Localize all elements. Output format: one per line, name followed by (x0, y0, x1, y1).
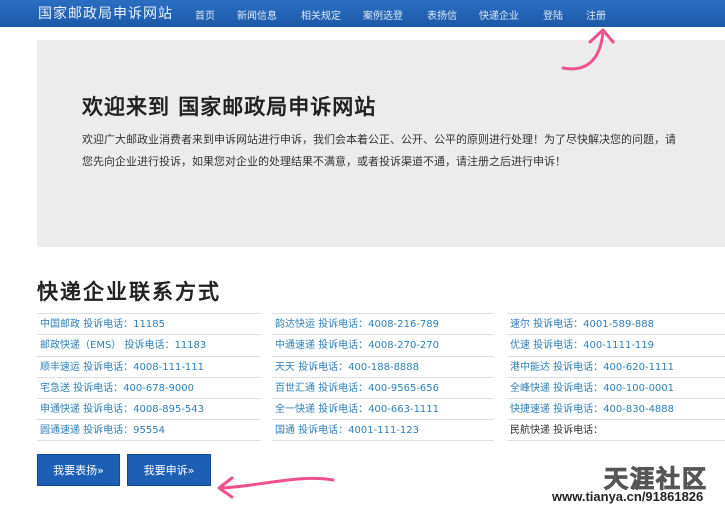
contact-link[interactable]: 申通快递 投诉电话：4008-895-543 (37, 398, 261, 419)
contact-column-3: 速尔 投诉电话：4001-589-888 优速 投诉电话：400-1111-11… (507, 313, 725, 441)
nav-home[interactable]: 首页 (195, 7, 215, 22)
complain-button[interactable]: 我要申诉» (127, 454, 211, 486)
contact-text: 民航快递 投诉电话： (507, 419, 725, 441)
contact-link[interactable]: 圆通速递 投诉电话：95554 (37, 419, 261, 441)
welcome-title: 欢迎来到 国家邮政局申诉网站 (82, 94, 377, 119)
contact-link[interactable]: 中国邮政 投诉电话：11185 (37, 313, 261, 334)
tianya-watermark-url: www.tianya.cn/91861826 (552, 489, 704, 504)
welcome-text: 欢迎广大邮政业消费者来到申诉网站进行申诉，我们会本着公正、公开、公平的原则进行处… (82, 133, 676, 168)
contact-link[interactable]: 速尔 投诉电话：4001-589-888 (507, 313, 725, 334)
nav-news[interactable]: 新闻信息 (237, 7, 277, 22)
arrow-to-complain-icon (220, 476, 335, 490)
contact-link[interactable]: 快捷速递 投诉电话：400-830-4888 (507, 398, 725, 419)
contact-link[interactable]: 顺丰速运 投诉电话：4008-111-111 (37, 355, 261, 377)
nav-express-companies[interactable]: 快递企业 (479, 7, 519, 22)
top-navbar: 国家邮政局申诉网站 首页 新闻信息 相关规定 案例选登 表扬信 快递企业 登陆 … (0, 0, 725, 27)
contact-link[interactable]: 国通 投诉电话：4001-111-123 (272, 419, 494, 441)
nav-register[interactable]: 注册 (586, 7, 606, 22)
contact-link[interactable]: 邮政快递（EMS） 投诉电话：11183 (37, 334, 261, 355)
contact-link[interactable]: 天天 投诉电话：400-188-8888 (272, 355, 494, 377)
praise-button[interactable]: 我要表扬» (37, 454, 120, 486)
nav-cases[interactable]: 案例选登 (363, 7, 403, 22)
contact-link[interactable]: 百世汇通 投诉电话：400-9565-656 (272, 376, 494, 398)
contact-link[interactable]: 宅急送 投诉电话：400-678-9000 (37, 376, 261, 398)
contact-column-2: 韵达快运 投诉电话：4008-216-789 中通速递 投诉电话：4008-27… (272, 313, 494, 441)
contact-link[interactable]: 港中能达 投诉电话：400-620-1111 (507, 355, 725, 377)
contact-link[interactable]: 韵达快运 投诉电话：4008-216-789 (272, 313, 494, 334)
contact-link[interactable]: 中通速递 投诉电话：4008-270-270 (272, 334, 494, 355)
section-title: 快递企业联系方式 (37, 279, 221, 304)
contact-link[interactable]: 全一快递 投诉电话：400-663-1111 (272, 398, 494, 419)
nav-regulations[interactable]: 相关规定 (301, 7, 341, 22)
contact-link[interactable]: 全峰快递 投诉电话：400-100-0001 (507, 376, 725, 398)
nav-login[interactable]: 登陆 (543, 7, 563, 22)
contact-column-1: 中国邮政 投诉电话：11185 邮政快递（EMS） 投诉电话：11183 顺丰速… (37, 313, 261, 441)
arrow-to-complain-head-icon (217, 476, 234, 499)
contact-link[interactable]: 优速 投诉电话：400-1111-119 (507, 334, 725, 355)
site-brand[interactable]: 国家邮政局申诉网站 (38, 3, 173, 23)
nav-praise-letters[interactable]: 表扬信 (427, 7, 457, 22)
